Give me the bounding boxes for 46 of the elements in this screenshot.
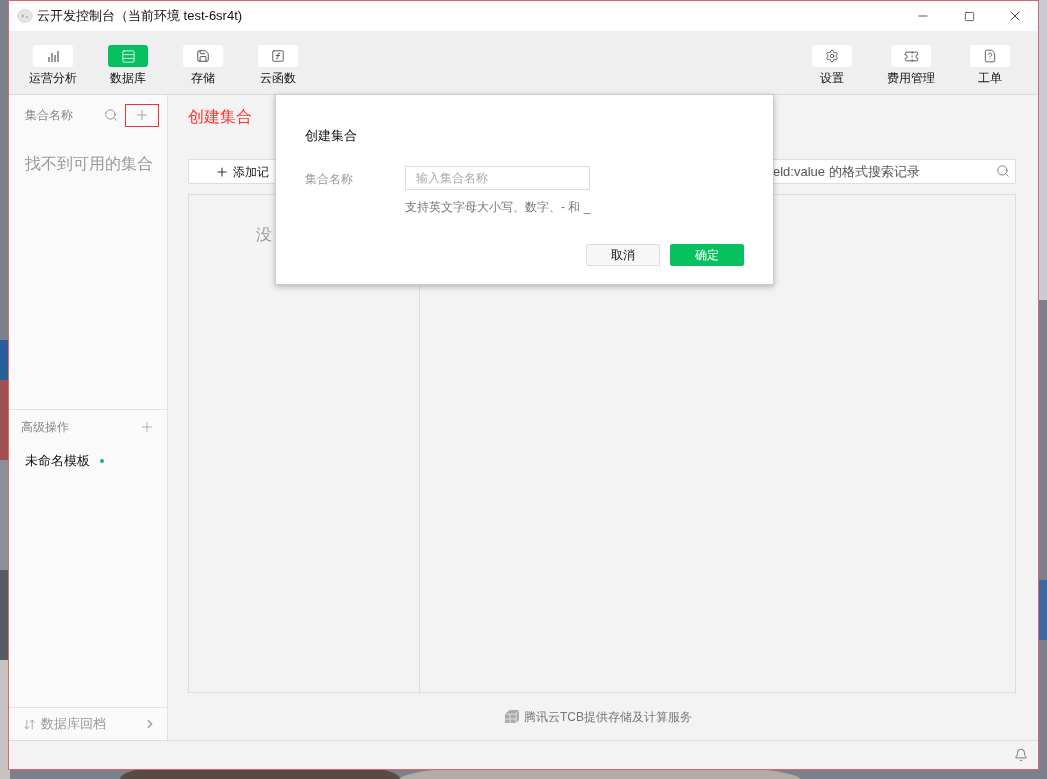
function-icon bbox=[271, 49, 285, 63]
save-icon bbox=[196, 49, 210, 63]
toolbar-button[interactable] bbox=[812, 45, 852, 67]
maximize-icon bbox=[963, 10, 975, 22]
add-collection-button[interactable] bbox=[125, 103, 159, 127]
toolbar-button[interactable] bbox=[33, 45, 73, 67]
footer-text: 腾讯云TCB提供存储及计算服务 bbox=[524, 708, 692, 726]
toolbar-label: 数据库 bbox=[110, 70, 146, 86]
bar-chart-icon bbox=[47, 50, 59, 62]
toolbar-label: 费用管理 bbox=[887, 70, 935, 86]
search-field[interactable]: eld:value 的格式搜索记录 bbox=[773, 159, 1016, 184]
cancel-button[interactable]: 取消 bbox=[586, 244, 660, 266]
add-record-button[interactable]: 添加记 bbox=[188, 159, 275, 184]
section-title: 高级操作 bbox=[21, 418, 69, 436]
notification-icon[interactable] bbox=[1014, 748, 1028, 762]
dialog-title: 创建集合 bbox=[305, 127, 358, 145]
toolbar-button[interactable] bbox=[970, 45, 1010, 67]
settings-icon bbox=[825, 49, 839, 63]
collection-name-input[interactable]: 输入集合名称 bbox=[405, 165, 590, 190]
window-title: 云开发控制台（当前环境 test-6sr4t) bbox=[37, 7, 243, 26]
cube-logo-icon bbox=[504, 708, 520, 725]
plus-icon bbox=[215, 164, 229, 179]
toolbar-label: 云函数 bbox=[260, 70, 296, 86]
hint-text: 支持英文字母大小写、数字、- 和 _ bbox=[405, 198, 591, 216]
search-icon[interactable] bbox=[996, 164, 1010, 178]
empty-message: 找不到可用的集合 bbox=[24, 154, 154, 174]
toolbar-label: 存储 bbox=[191, 70, 215, 86]
plus-icon bbox=[134, 107, 150, 123]
toolbar-button[interactable] bbox=[108, 45, 148, 67]
toolbar-label: 设置 bbox=[820, 70, 844, 86]
document-question-icon bbox=[983, 49, 997, 63]
toolbar-button[interactable] bbox=[258, 45, 298, 67]
search-icon[interactable] bbox=[104, 108, 118, 122]
toolbar-label: 运营分析 bbox=[29, 70, 77, 86]
toolbar-button[interactable] bbox=[183, 45, 223, 67]
page-title: 创建集合 bbox=[188, 107, 252, 127]
cloud-logo-icon bbox=[17, 9, 33, 23]
toolbar-label: 工单 bbox=[978, 70, 1002, 86]
table-icon bbox=[120, 48, 136, 64]
field-label: 集合名称 bbox=[305, 170, 354, 188]
template-item[interactable]: 未命名模板 bbox=[25, 451, 90, 471]
empty-records-text: 没 bbox=[256, 226, 272, 243]
toolbar-button[interactable] bbox=[891, 45, 931, 67]
collection-header: 集合名称 bbox=[25, 107, 73, 124]
sort-icon bbox=[23, 717, 36, 731]
ticket-icon bbox=[903, 48, 919, 64]
